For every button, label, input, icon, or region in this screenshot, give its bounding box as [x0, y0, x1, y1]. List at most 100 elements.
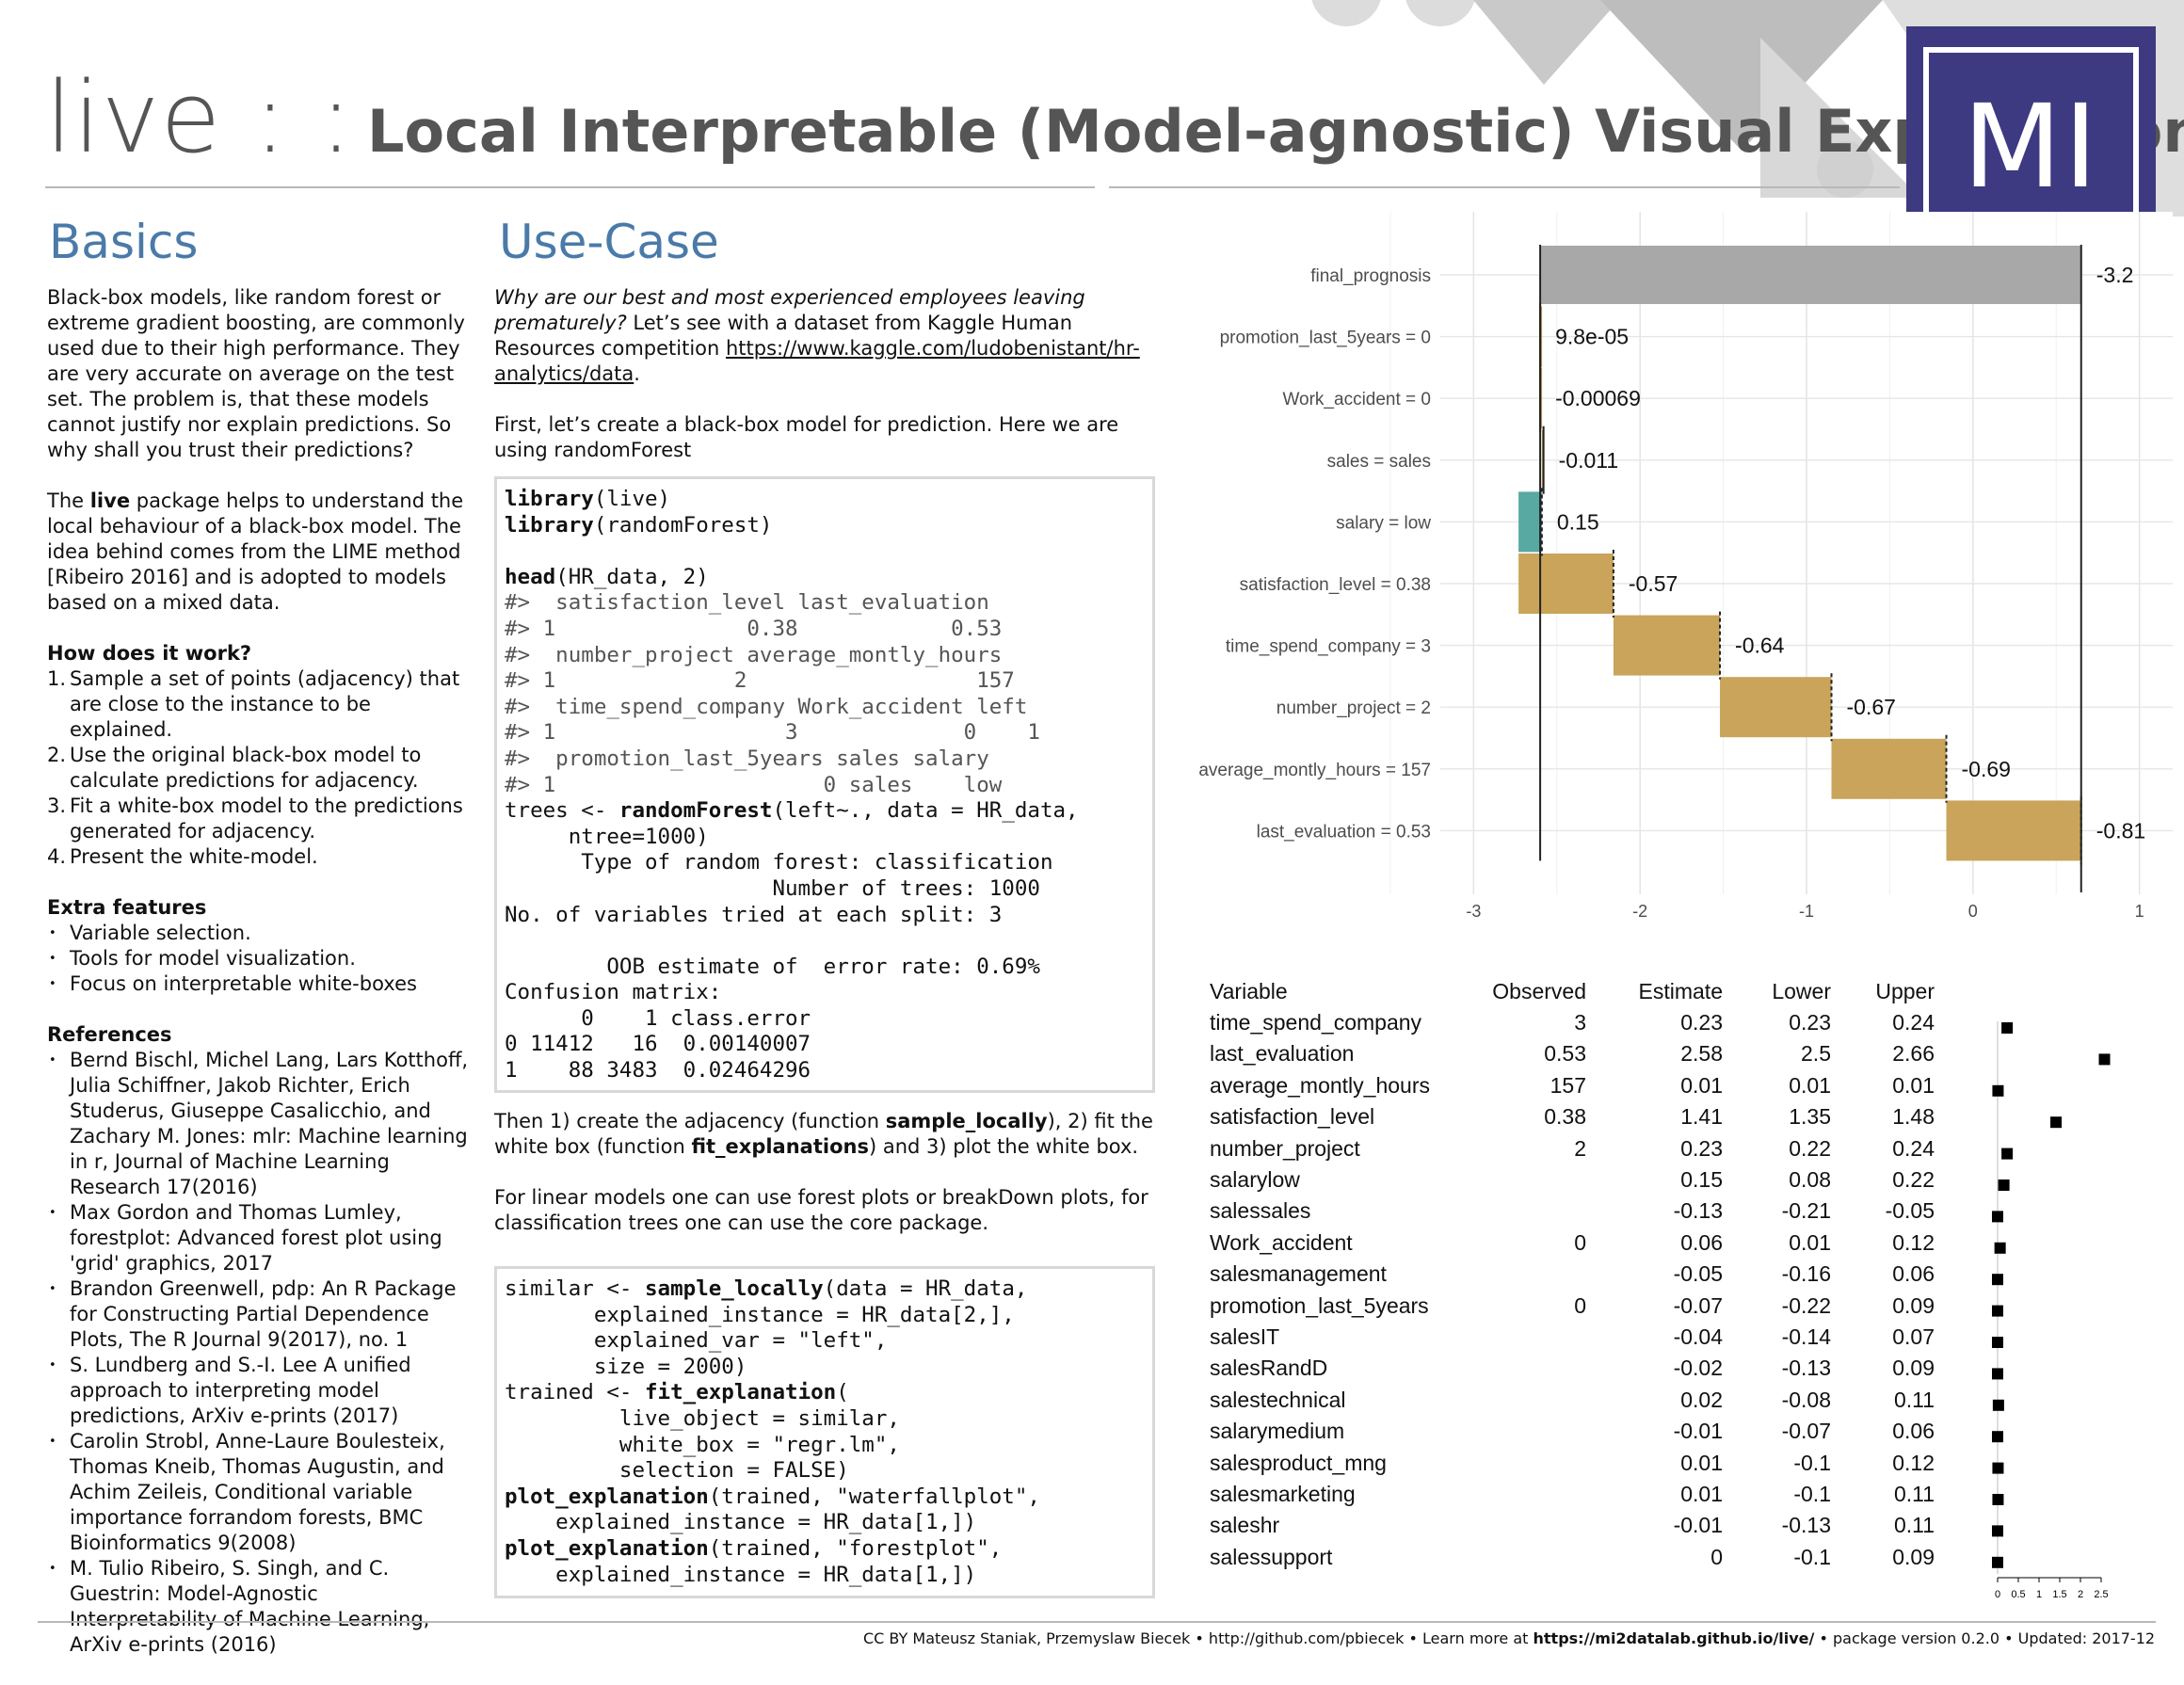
table-cell-value: -0.13 [1673, 1198, 1723, 1224]
code-text: similar <- [505, 1276, 646, 1301]
how-step-number: 1. [47, 667, 67, 690]
table-cell-value: 2.5 [1801, 1041, 1831, 1067]
code-line [505, 928, 1145, 955]
column-header: Observed [1492, 979, 1586, 1003]
code-text: live_object = similar, [505, 1405, 900, 1431]
code-line: #> 1 0 sales low [505, 773, 1145, 799]
code-text: (trained, "waterfallplot", [708, 1484, 1040, 1509]
estimate-marker [1998, 1180, 2010, 1191]
code-line: size = 2000) [505, 1355, 1145, 1381]
category-label: Work_accident = 0 [1282, 390, 1431, 409]
how-step-number: 4. [47, 845, 67, 868]
table-cell-value: 2.66 [1892, 1041, 1935, 1067]
footer: CC BY Mateusz Staniak, Przemyslaw Biecek… [863, 1629, 2156, 1647]
estimate-marker [1992, 1274, 2003, 1286]
table-cell-value: 0 [1574, 1229, 1586, 1255]
table-cell-value: -0.21 [1781, 1198, 1831, 1224]
code-line: live_object = similar, [505, 1406, 1145, 1433]
extra-feature-item: Variable selection. [47, 921, 471, 946]
code-text: OOB estimate of error rate: 0.69% [505, 954, 1040, 979]
table-cell-value: -0.02 [1673, 1356, 1723, 1381]
table-cell-value: 2 [1574, 1135, 1586, 1161]
table-cell-value: 0.07 [1892, 1324, 1935, 1349]
how-step: 1. Sample a set of points (adjacency) tha… [47, 666, 471, 743]
code-line: similar <- sample_locally(data = HR_data… [505, 1276, 1145, 1303]
estimate-marker [1992, 1368, 2003, 1380]
table-cell-value: 1.48 [1892, 1104, 1935, 1130]
table-cell-value: -0.1 [1793, 1544, 1831, 1569]
table-cell-variable: salesproduct_mng [1210, 1450, 1387, 1475]
code-line: explained_instance = HR_data[1,]) [505, 1510, 1145, 1536]
code-function: sample_locally [645, 1276, 824, 1301]
code-output: #> number_project average_montly_hours [505, 642, 1003, 667]
table-cell-value: 0.01 [1680, 1450, 1723, 1475]
table-cell-variable: satisfaction_level [1210, 1104, 1375, 1130]
table-cell-value: 0.11 [1893, 1387, 1935, 1412]
code-function: plot_explanation [505, 1484, 709, 1509]
code-line: trees <- randomForest(left~., data = HR_… [505, 798, 1145, 825]
code-line: #> 1 0.38 0.53 [505, 617, 1145, 643]
table-cell-value: -0.01 [1673, 1419, 1723, 1444]
category-label: average_montly_hours = 157 [1198, 761, 1431, 780]
table-cell-value: -0.07 [1781, 1419, 1831, 1444]
basics-column: Black-box models, like random forest or … [47, 285, 471, 1658]
code-line: 1 88 3483 0.02464296 [505, 1058, 1145, 1084]
estimate-marker [2001, 1147, 2014, 1160]
footer-link[interactable]: https://mi2datalab.github.io/live/ [1534, 1629, 1815, 1647]
table-cell-value: 0.23 [1680, 1010, 1723, 1035]
extra-list: Variable selection.Tools for model visua… [47, 921, 471, 997]
table-cell-value: 0.02 [1680, 1387, 1723, 1412]
table-cell-value: 0.01 [1892, 1072, 1935, 1098]
table-cell-value: -0.05 [1673, 1261, 1723, 1287]
basics-para-2: The live package helps to understand the… [47, 489, 464, 614]
category-label: promotion_last_5years = 0 [1220, 329, 1431, 348]
value-label: -0.011 [1559, 448, 1619, 473]
code-line: selection = FALSE) [505, 1458, 1145, 1484]
x-tick-label: -1 [1799, 902, 1814, 921]
page-title: live : : Local Interpretable (Model-agno… [45, 60, 2184, 175]
estimate-marker [2098, 1053, 2111, 1066]
table-cell-value: 0.09 [1892, 1544, 1935, 1569]
code-line: 0 11412 16 0.00140007 [505, 1032, 1145, 1058]
code-function: head [505, 564, 556, 589]
code-text: (randomForest) [593, 512, 773, 538]
how-step: 2. Use the original black-box model to ca… [47, 743, 471, 794]
usecase-intro: Why are our best and most experienced em… [494, 285, 1153, 463]
footer-rule [38, 1621, 2156, 1623]
table-cell-value: 0.12 [1892, 1229, 1935, 1255]
table-cell-variable: last_evaluation [1210, 1041, 1355, 1067]
estimate-marker [1992, 1556, 2003, 1568]
code-line: OOB estimate of error rate: 0.69% [505, 955, 1145, 981]
reference-item: Brandon Greenwell, pdp: An R Package for… [47, 1276, 471, 1353]
table-cell-value: 0.22 [1789, 1135, 1831, 1161]
category-label: satisfaction_level = 0.38 [1240, 575, 1431, 595]
estimate-marker [1992, 1211, 2003, 1223]
table-cell-variable: average_montly_hours [1210, 1072, 1430, 1098]
estimate-marker [1992, 1305, 2003, 1317]
table-cell-variable: number_project [1210, 1135, 1360, 1161]
extra-feature-item: Focus on interpretable white-boxes [47, 971, 471, 997]
code-line: ntree=1000) [505, 825, 1145, 851]
code-text: 1 88 3483 0.02464296 [505, 1058, 811, 1083]
references-list: Bernd Bischl, Michel Lang, Lars Kotthoff… [47, 1048, 471, 1658]
forest-tick-label: 0 [1995, 1589, 2000, 1600]
code-text: white_box = "regr.lm", [505, 1432, 900, 1457]
reference-item: Max Gordon and Thomas Lumley, forestplot… [47, 1200, 471, 1276]
code-output: #> satisfaction_level last_evaluation [505, 590, 989, 616]
table-cell-value: 0.24 [1892, 1010, 1935, 1035]
code-text: size = 2000) [505, 1354, 747, 1379]
category-label: last_evaluation = 0.53 [1257, 822, 1431, 842]
category-label: final_prognosis [1310, 266, 1431, 286]
how-list: 1. Sample a set of points (adjacency) tha… [47, 666, 471, 870]
table-cell-value: 0.06 [1680, 1229, 1723, 1255]
code-line [505, 538, 1145, 565]
code-text: 0 1 class.error [505, 1005, 811, 1031]
reference-item: M. Tulio Ribeiro, S. Singh, and C. Guest… [47, 1556, 471, 1658]
code-output: #> 1 2 157 [505, 668, 1015, 694]
table-cell-value: -0.22 [1781, 1292, 1831, 1318]
table-cell-variable: time_spend_company [1210, 1010, 1422, 1035]
code-line: plot_explanation(trained, "forestplot", [505, 1536, 1145, 1563]
usecase-linear: For linear models one can use forest plo… [494, 1186, 1148, 1234]
reference-item: Carolin Strobl, Anne-Laure Boulesteix, T… [47, 1429, 471, 1556]
how-heading: How does it work? [47, 642, 252, 665]
